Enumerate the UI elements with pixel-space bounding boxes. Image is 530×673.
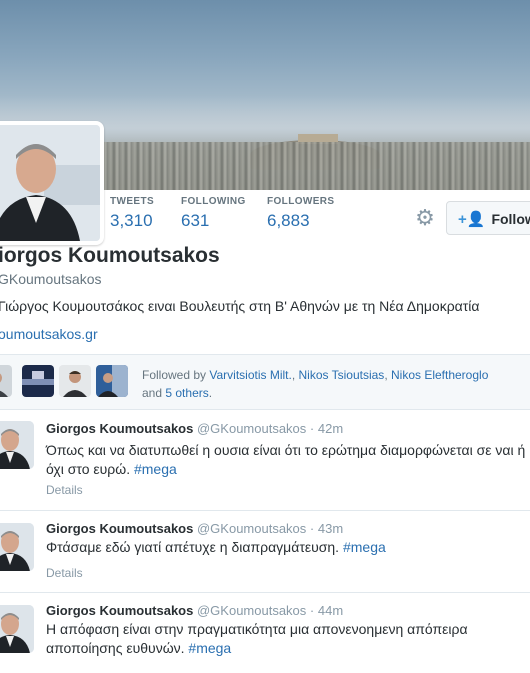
tweet[interactable]: Giorgos Koumoutsakos @GKoumoutsakos · 44… [0, 593, 530, 673]
add-user-icon: +👤 [458, 211, 486, 228]
tweet-timestamp[interactable]: 43m [318, 521, 343, 536]
profile-handle-text: GKoumoutsakos [0, 271, 102, 287]
stat-value: 631 [181, 211, 210, 230]
stat-label: TWEETS [110, 196, 155, 207]
tweet-avatar[interactable] [0, 421, 34, 469]
follow-label: Follow [491, 211, 530, 227]
tweet-author-name[interactable]: Giorgos Koumoutsakos [46, 421, 193, 436]
tweet-details-link[interactable]: Details [46, 483, 83, 497]
stat-label: FOLLOWERS [267, 196, 335, 207]
profile-url-link[interactable]: oumoutsakos.gr [0, 326, 98, 342]
stat-label: FOLLOWING [181, 196, 246, 207]
profile-name: iorgos Koumoutsakos [0, 244, 220, 267]
tweet-header: Giorgos Koumoutsakos @GKoumoutsakos · 43… [46, 521, 344, 536]
tweet-avatar[interactable] [0, 523, 34, 571]
tweet-author-handle[interactable]: @GKoumoutsakos [197, 603, 306, 618]
gear-icon[interactable]: ⚙ [413, 206, 437, 230]
tweet-author-name[interactable]: Giorgos Koumoutsakos [46, 521, 193, 536]
follower-link[interactable]: Varvitsiotis Milt. [209, 368, 291, 382]
follower-avatar[interactable] [59, 365, 91, 397]
follower-link[interactable]: Nikos Eleftheroglo [391, 368, 488, 382]
follower-avatar[interactable] [22, 365, 54, 397]
tweet[interactable]: Giorgos Koumoutsakos @GKoumoutsakos · 42… [0, 410, 530, 511]
follower-avatar[interactable] [96, 365, 128, 397]
tweet-timestamp[interactable]: 42m [318, 421, 343, 436]
followed-by-text: Followed by Varvitsiotis Milt., Nikos Ts… [142, 368, 489, 400]
tweet-avatar[interactable] [0, 605, 34, 653]
tweet-text: Η απόφαση είναι στην πραγματικότητα μια … [46, 621, 468, 656]
tweet-text: Φτάσαμε εδώ γιατί απέτυχε η διαπραγμάτευ… [46, 539, 386, 555]
stat-following[interactable]: FOLLOWING 631 [181, 196, 246, 231]
tweet-header: Giorgos Koumoutsakos @GKoumoutsakos · 44… [46, 603, 344, 618]
tweet-author-name[interactable]: Giorgos Koumoutsakos [46, 603, 193, 618]
tweet-text: Όπως και να διατυπωθεί η ουσια είναι ότι… [46, 442, 526, 477]
tweet-details-link[interactable]: Details [46, 566, 83, 580]
follower-link[interactable]: Nikos Tsioutsias [299, 368, 385, 382]
stat-tweets[interactable]: TWEETS 3,310 [110, 196, 154, 231]
tweet[interactable]: Giorgos Koumoutsakos @GKoumoutsakos · 43… [0, 511, 530, 593]
followed-by-prefix: Followed by [142, 368, 207, 382]
profile-avatar[interactable] [0, 121, 104, 245]
tweet-timestamp[interactable]: 44m [318, 603, 343, 618]
hashtag-link[interactable]: #mega [343, 539, 386, 555]
followed-by-section: Followed by Varvitsiotis Milt., Nikos Ts… [0, 354, 530, 410]
hashtag-link[interactable]: #mega [188, 640, 231, 656]
tweet-header: Giorgos Koumoutsakos @GKoumoutsakos · 42… [46, 421, 344, 436]
stat-value: 6,883 [267, 211, 310, 230]
profile-handle: GKoumoutsakos [0, 271, 102, 287]
tweet-author-handle[interactable]: @GKoumoutsakos [197, 521, 306, 536]
follower-avatar[interactable] [0, 365, 12, 397]
hashtag-link[interactable]: #mega [134, 461, 177, 477]
profile-bio: Γιώργος Κουμουτσάκος ειναι Βουλευτής στη… [0, 298, 480, 314]
tweet-author-handle[interactable]: @GKoumoutsakos [197, 421, 306, 436]
stat-followers[interactable]: FOLLOWERS 6,883 [267, 196, 334, 231]
others-link[interactable]: 5 others [165, 386, 208, 400]
follow-button[interactable]: +👤 Follow [446, 201, 530, 235]
stat-value: 3,310 [110, 211, 153, 230]
